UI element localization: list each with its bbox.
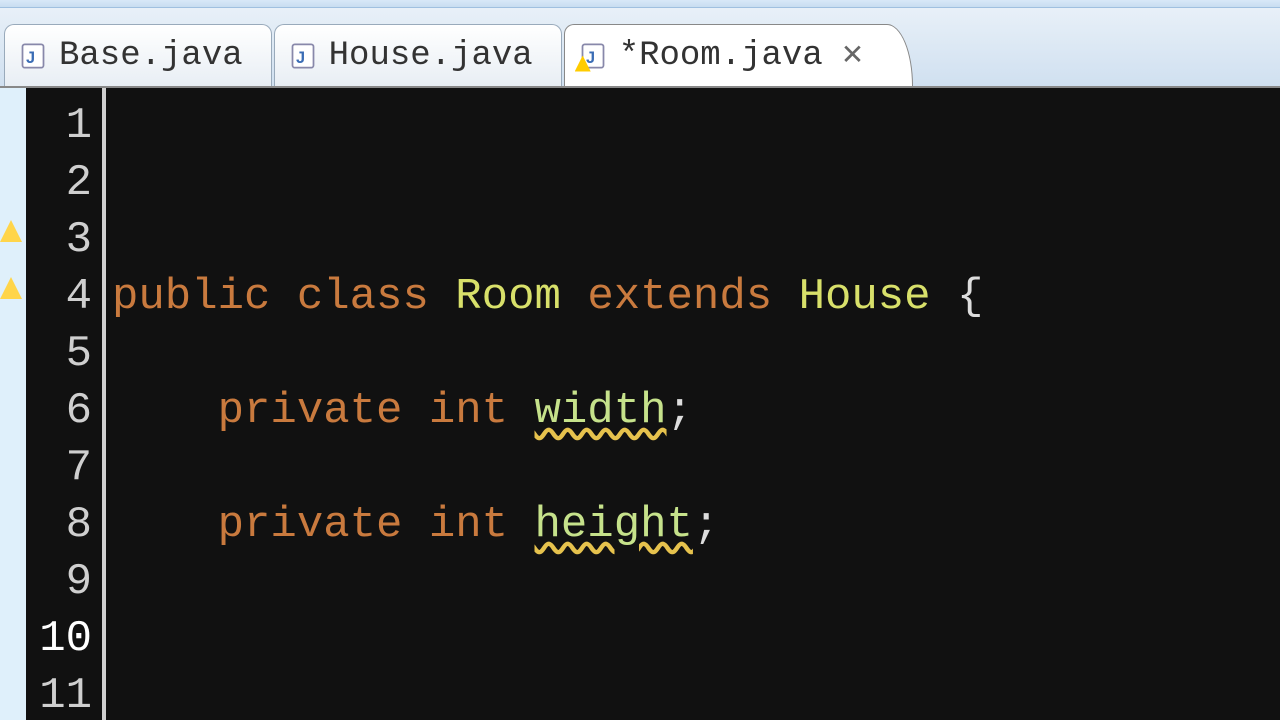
tab-label: *Room.java xyxy=(619,37,823,75)
line-number-gutter: 1 2 3 4 5 6 7 8 9 10 11 xyxy=(26,88,106,720)
code-line: private int height; xyxy=(112,497,1280,554)
line-number: 7 xyxy=(26,440,92,497)
editor: 1 2 3 4 5 6 7 8 9 10 11 public class Roo… xyxy=(0,88,1280,720)
close-icon[interactable]: ✕ xyxy=(841,38,864,73)
warning-icon[interactable] xyxy=(0,277,22,299)
svg-text:J: J xyxy=(26,49,35,67)
line-number: 1 xyxy=(26,98,92,155)
marker-strip xyxy=(0,88,26,720)
tab-label: House.java xyxy=(329,37,533,75)
line-number: 8 xyxy=(26,497,92,554)
line-number: 5 xyxy=(26,326,92,383)
line-number: 11 xyxy=(26,668,92,720)
line-number: 9 xyxy=(26,554,92,611)
code-line: private int width; xyxy=(112,383,1280,440)
tab-room-java[interactable]: J *Room.java ✕ xyxy=(564,24,914,86)
svg-text:J: J xyxy=(586,49,595,67)
tab-bar: J Base.java J House.java J *Room.java ✕ xyxy=(0,8,1280,88)
java-file-icon: J xyxy=(289,42,317,70)
code-line xyxy=(112,611,1280,668)
tab-label: Base.java xyxy=(59,37,243,75)
svg-text:J: J xyxy=(296,49,305,67)
java-file-icon: J xyxy=(579,42,607,70)
code-line xyxy=(112,155,1280,212)
code-line: public class Room extends House { xyxy=(112,269,1280,326)
java-file-icon: J xyxy=(19,42,47,70)
tab-house-java[interactable]: J House.java xyxy=(274,24,562,86)
line-number: 6 xyxy=(26,383,92,440)
line-number: 3 xyxy=(26,212,92,269)
line-number: 2 xyxy=(26,155,92,212)
tab-base-java[interactable]: J Base.java xyxy=(4,24,272,86)
window-chrome xyxy=(0,0,1280,8)
warning-icon[interactable] xyxy=(0,220,22,242)
code-area[interactable]: public class Room extends House { privat… xyxy=(106,88,1280,720)
line-number: 10 xyxy=(26,611,92,668)
line-number: 4 xyxy=(26,269,92,326)
